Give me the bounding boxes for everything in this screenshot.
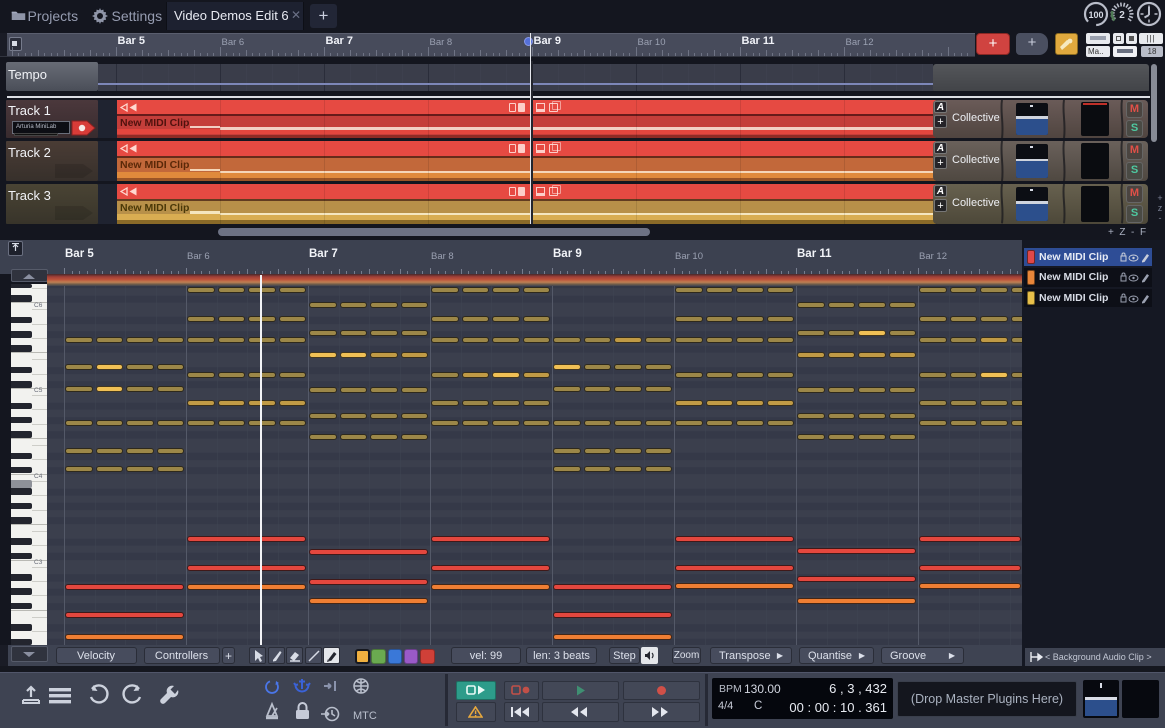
svg-text:100: 100: [1088, 10, 1103, 20]
svg-text:MTC: MTC: [353, 710, 377, 722]
svg-text:2: 2: [1119, 10, 1125, 21]
